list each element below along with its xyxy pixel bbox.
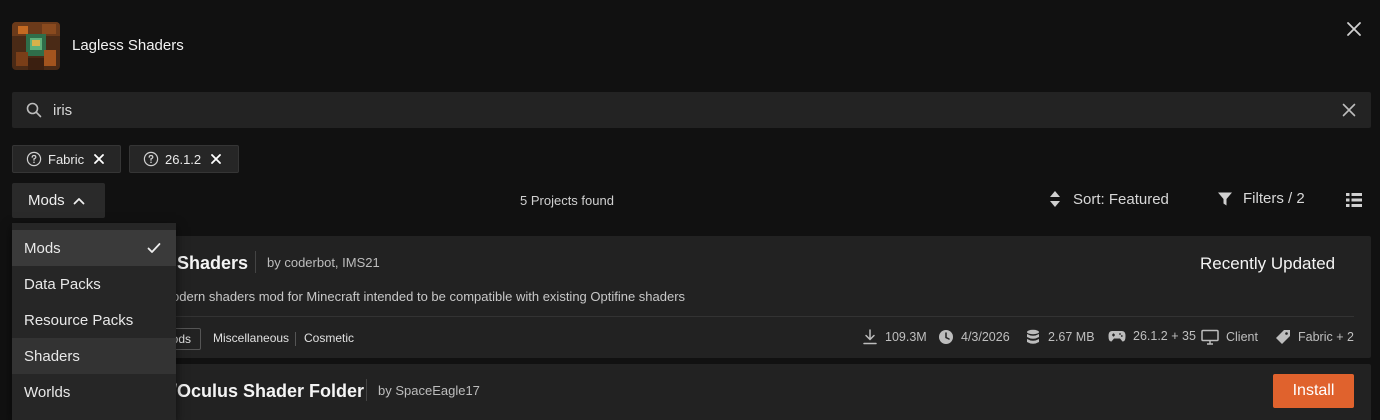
project-description: odern shaders mod for Minecraft intended… <box>172 289 686 304</box>
menu-item-data-packs[interactable]: Data Packs <box>12 266 176 302</box>
gamepad-icon <box>1108 331 1126 342</box>
recently-updated-label: Recently Updated <box>1200 254 1336 273</box>
project-type-label: Mods <box>28 192 65 209</box>
menu-item-shaders[interactable]: Shaders <box>12 338 176 374</box>
project-card[interactable]: Shaders by coderbot, IMS21 Recently Upda… <box>12 236 1371 358</box>
separator <box>255 251 256 273</box>
remove-chip-icon[interactable] <box>94 154 105 164</box>
project-name[interactable]: /Oculus Shader Folder <box>172 381 364 402</box>
close-icon[interactable] <box>1344 19 1364 39</box>
header: Lagless Shaders <box>0 0 1380 90</box>
loaders-stat: Fabric + 2 <box>1275 329 1354 345</box>
download-icon <box>863 329 877 345</box>
project-type-dropdown[interactable]: Mods <box>12 183 105 218</box>
sort-button[interactable]: Sort: Featured <box>1049 190 1169 208</box>
search-bar <box>12 92 1371 128</box>
monitor-icon <box>1201 329 1219 345</box>
app-title: Lagless Shaders <box>72 37 184 54</box>
clear-search-icon[interactable] <box>1341 102 1357 118</box>
project-card[interactable]: /Oculus Shader Folder by SpaceEagle17 In… <box>12 364 1371 420</box>
filters-label: Filters / 2 <box>1243 190 1305 207</box>
app-icon <box>12 22 60 70</box>
menu-item-mods[interactable]: Mods <box>12 230 176 266</box>
divider <box>142 316 1354 317</box>
tag-cosmetic: Cosmetic <box>304 331 355 345</box>
list-view-icon[interactable] <box>1346 192 1362 208</box>
filter-chip-version: 26.1.2 <box>129 145 239 173</box>
versions-stat: 26.1.2 + 35 <box>1108 329 1196 343</box>
search-input[interactable] <box>52 92 1332 128</box>
filters-button[interactable]: Filters / 2 <box>1217 190 1305 207</box>
chip-label: Fabric <box>48 151 85 167</box>
search-icon <box>26 102 42 118</box>
separator <box>366 379 367 401</box>
menu-item-worlds[interactable]: Worlds <box>12 374 176 410</box>
project-name[interactable]: Shaders <box>177 253 248 274</box>
project-type-menu: Mods Data Packs Resource Packs Shaders W… <box>12 223 176 420</box>
environment-stat: Client <box>1201 329 1258 345</box>
install-button[interactable]: Install <box>1273 374 1354 408</box>
size-stat: 2.67 MB <box>1025 329 1095 345</box>
filter-chip-fabric: Fabric <box>12 145 121 173</box>
tag-icon <box>1276 330 1290 344</box>
tag-miscellaneous: Miscellaneous <box>213 331 290 345</box>
project-author[interactable]: by coderbot, IMS21 <box>267 255 380 270</box>
chevron-up-icon <box>73 197 85 204</box>
remove-chip-icon[interactable] <box>211 154 222 164</box>
filter-funnel-icon <box>1218 192 1232 205</box>
sort-label: Sort: Featured <box>1073 190 1169 208</box>
projects-found-count: 5 Projects found <box>520 193 614 208</box>
downloads-stat: 109.3M <box>862 329 927 345</box>
clock-icon <box>939 330 953 344</box>
database-icon <box>1027 329 1039 344</box>
chip-label: 26.1.2 <box>165 151 202 167</box>
checkmark-icon <box>147 243 161 253</box>
project-author[interactable]: by SpaceEagle17 <box>378 383 480 398</box>
separator <box>295 332 296 346</box>
help-circle-icon <box>26 151 42 167</box>
sort-icon <box>1050 191 1060 207</box>
updated-stat: 4/3/2026 <box>938 329 1010 345</box>
help-circle-icon <box>143 151 159 167</box>
menu-item-resource-packs[interactable]: Resource Packs <box>12 302 176 338</box>
